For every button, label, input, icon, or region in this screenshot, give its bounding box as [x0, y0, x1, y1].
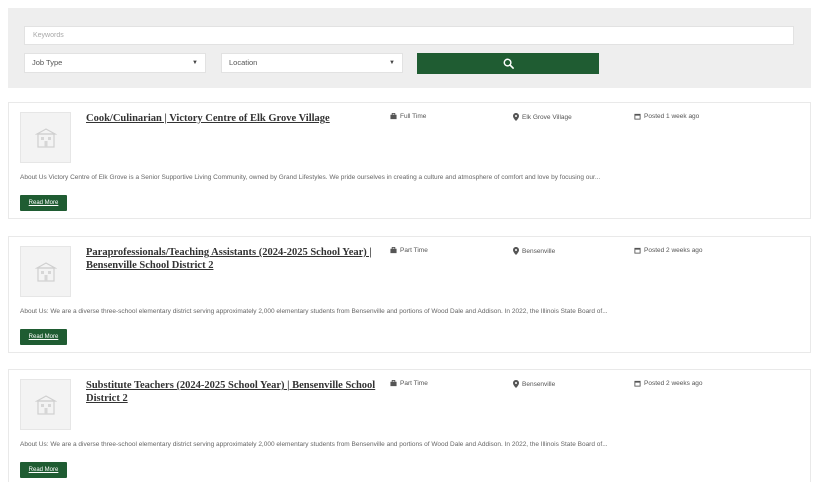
- job-type: Part Time: [390, 380, 428, 387]
- calendar-icon: [634, 247, 641, 254]
- job-location: Elk Grove Village: [513, 113, 572, 121]
- job-type-select[interactable]: Job Type ▼: [24, 53, 206, 73]
- job-posted: Posted 1 week ago: [634, 113, 699, 120]
- read-more-button[interactable]: Read More: [20, 462, 67, 478]
- job-card: Substitute Teachers (2024-2025 School Ye…: [8, 369, 811, 482]
- calendar-icon: [634, 113, 641, 120]
- job-location: Bensenville: [513, 380, 555, 388]
- job-type-text: Part Time: [400, 247, 428, 254]
- job-type: Part Time: [390, 247, 428, 254]
- job-title-link[interactable]: Paraprofessionals/Teaching Assistants (2…: [86, 246, 376, 272]
- search-button[interactable]: [417, 53, 599, 74]
- location-label: Location: [229, 58, 258, 67]
- job-card: Cook/Culinarian | Victory Centre of Elk …: [8, 102, 811, 219]
- job-description: About Us: We are a diverse three-school …: [20, 308, 608, 315]
- job-posted: Posted 2 weeks ago: [634, 380, 703, 387]
- job-type-text: Part Time: [400, 380, 428, 387]
- job-description: About Us Victory Centre of Elk Grove is …: [20, 174, 601, 181]
- job-title-link[interactable]: Cook/Culinarian | Victory Centre of Elk …: [86, 112, 376, 125]
- location-select[interactable]: Location ▼: [221, 53, 403, 73]
- briefcase-icon: [390, 113, 397, 120]
- job-posted-text: Posted 2 weeks ago: [644, 380, 703, 387]
- job-title-link[interactable]: Substitute Teachers (2024-2025 School Ye…: [86, 379, 376, 405]
- company-logo-placeholder: [20, 246, 71, 297]
- briefcase-icon: [390, 247, 397, 254]
- job-location-text: Bensenville: [522, 247, 556, 255]
- job-posted-text: Posted 2 weeks ago: [644, 247, 703, 254]
- building-icon: [34, 127, 57, 148]
- map-marker-icon: [513, 113, 519, 121]
- job-location-text: Bensenville: [522, 380, 556, 388]
- job-location-text: Elk Grove Village: [522, 113, 572, 121]
- search-panel: Job Type ▼ Location ▼: [8, 8, 811, 88]
- chevron-down-icon: ▼: [192, 60, 198, 66]
- map-marker-icon: [513, 247, 519, 255]
- job-posted: Posted 2 weeks ago: [634, 247, 703, 254]
- map-marker-icon: [513, 380, 519, 388]
- briefcase-icon: [390, 380, 397, 387]
- job-card: Paraprofessionals/Teaching Assistants (2…: [8, 236, 811, 353]
- company-logo-placeholder: [20, 112, 71, 163]
- read-more-button[interactable]: Read More: [20, 195, 67, 211]
- job-posted-text: Posted 1 week ago: [644, 113, 700, 120]
- job-type: Full Time: [390, 113, 426, 120]
- building-icon: [34, 261, 57, 282]
- read-more-button[interactable]: Read More: [20, 329, 67, 345]
- search-icon: [503, 58, 514, 69]
- company-logo-placeholder: [20, 379, 71, 430]
- job-location: Bensenville: [513, 247, 555, 255]
- job-description: About Us: We are a diverse three-school …: [20, 441, 608, 448]
- keywords-input[interactable]: [24, 26, 794, 45]
- building-icon: [34, 394, 57, 415]
- job-type-text: Full Time: [400, 113, 427, 120]
- chevron-down-icon: ▼: [389, 60, 395, 66]
- job-type-label: Job Type: [32, 58, 63, 67]
- calendar-icon: [634, 380, 641, 387]
